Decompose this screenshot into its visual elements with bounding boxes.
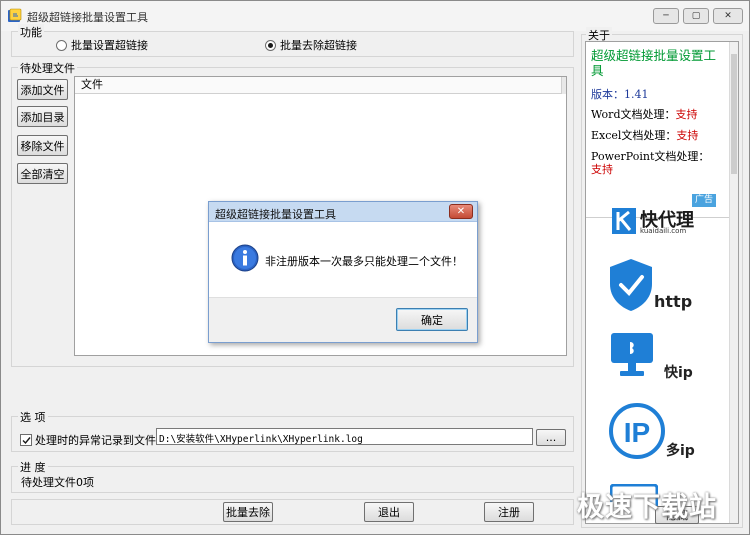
browse-button[interactable]: ... (536, 429, 566, 446)
file-column-label: 文件 (81, 78, 103, 91)
ad-http[interactable]: http (608, 258, 718, 316)
ad-multi-ip-label: 多ip (666, 443, 695, 459)
version-value: 1.41 (624, 88, 649, 101)
monitor-icon (611, 333, 653, 376)
ip-circle-icon: IP (609, 403, 665, 459)
header-scroll-stub (561, 77, 566, 94)
dialog-message: 非注册版本一次最多只能处理二个文件！ (265, 255, 463, 268)
checkbox-box (20, 434, 32, 446)
exit-button[interactable]: 退出 (364, 502, 414, 522)
radio-remove-hyperlink[interactable]: 批量去除超链接 (265, 37, 357, 53)
function-group: 功能 批量设置超链接 批量去除超链接 (11, 24, 574, 57)
svg-text:IP: IP (624, 417, 650, 448)
info-icon (231, 244, 259, 272)
progress-status: 待处理文件0项 (21, 476, 94, 489)
alert-dialog[interactable]: 超级超链接批量设置工具 ✕ 非注册版本一次最多只能处理二个文件！ 确定 (208, 201, 478, 343)
file-column-header[interactable]: 文件 (75, 77, 566, 94)
about-version: 版本：1.41 (591, 86, 649, 102)
window-title: 超级超链接批量设置工具 (27, 11, 148, 24)
title-bar[interactable]: 超级超链接批量设置工具 ─ ▢ ✕ (1, 1, 749, 31)
radio-label: 批量设置超链接 (71, 39, 148, 52)
version-label: 版本： (591, 88, 624, 101)
function-legend: 功能 (18, 24, 44, 40)
ad-brand-domain: kuaidaili.com (640, 227, 687, 235)
about-panel[interactable]: 超级超链接批量设置工具 版本：1.41 Word文档处理：支持 Excel文档处… (585, 41, 739, 524)
radio-indicator (265, 39, 276, 51)
clear-all-button[interactable]: 全部清空 (17, 163, 68, 184)
log-to-file-checkbox[interactable]: 处理时的异常记录到文件: (20, 432, 160, 448)
about-word-support: Word文档处理：支持 (591, 106, 697, 122)
radio-set-hyperlink[interactable]: 批量设置超链接 (56, 37, 148, 53)
ad-brand-logo[interactable]: 快代理 kuaidaili.com (612, 208, 712, 238)
about-scrollbar[interactable] (729, 42, 738, 523)
minimize-button[interactable]: ─ (653, 8, 679, 24)
word-label: Word文档处理： (591, 108, 676, 121)
ad-http-label: http (654, 292, 693, 311)
add-file-button[interactable]: 添加文件 (17, 79, 68, 100)
radio-indicator (56, 39, 67, 51)
about-scrollbar-thumb[interactable] (731, 54, 737, 174)
app-icon (8, 8, 22, 22)
pending-legend: 待处理文件 (18, 60, 77, 76)
check-icon (22, 437, 31, 445)
maximize-button[interactable]: ▢ (683, 8, 709, 24)
shield-icon (610, 259, 652, 311)
ppt-support: 支持 (591, 163, 613, 176)
watermark: 极速下载站 (577, 492, 717, 523)
ad-fast-ip-label: 快ip (664, 365, 693, 381)
dialog-close-button[interactable]: ✕ (449, 204, 473, 219)
ad-multi-ip[interactable]: IP 多ip (608, 402, 718, 464)
kuaidaili-logo-icon (612, 208, 636, 234)
add-directory-button[interactable]: 添加目录 (17, 106, 68, 127)
about-excel-support: Excel文档处理：支持 (591, 127, 698, 143)
remove-file-button[interactable]: 移除文件 (17, 135, 68, 156)
dialog-title-bar[interactable]: 超级超链接批量设置工具 ✕ (209, 202, 477, 222)
log-path-input[interactable]: D:\安装软件\XHyperlink\XHyperlink.log (156, 428, 533, 445)
dialog-title: 超级超链接批量设置工具 (215, 208, 336, 221)
register-button[interactable]: 注册 (484, 502, 534, 522)
options-legend: 选 项 (18, 409, 48, 425)
word-support: 支持 (675, 108, 698, 121)
excel-label: Excel文档处理： (591, 129, 677, 142)
close-button[interactable]: ✕ (713, 8, 743, 24)
batch-remove-button[interactable]: 批量去除 (223, 502, 273, 522)
progress-legend: 进 度 (18, 459, 48, 475)
main-window: 超级超链接批量设置工具 ─ ▢ ✕ 功能 批量设置超链接 批量去除超链接 待处理… (0, 0, 750, 535)
about-app-name: 超级超链接批量设置工具 (591, 48, 717, 78)
excel-support: 支持 (676, 129, 699, 142)
log-checkbox-label: 处理时的异常记录到文件: (35, 434, 160, 447)
ad-fast-ip[interactable]: 快ip (610, 332, 720, 388)
radio-label: 批量去除超链接 (280, 39, 357, 52)
dialog-ok-button[interactable]: 确定 (396, 308, 468, 331)
ad-badge: 广告 (692, 194, 716, 207)
progress-group: 进 度 待处理文件0项 (11, 459, 574, 493)
